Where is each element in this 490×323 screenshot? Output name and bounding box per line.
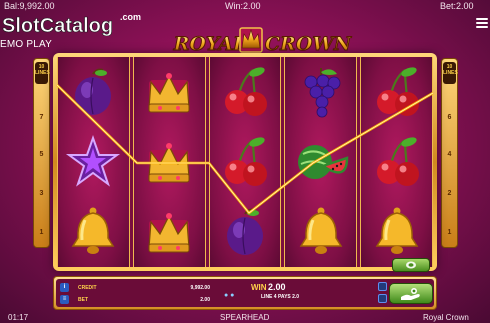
bell-icon: [366, 201, 428, 263]
status-bar: Bal:9,992.00 Win:2.00 Bet:2.00: [0, 0, 490, 12]
line-number: 1: [447, 229, 452, 236]
line-pays-text: LINE 4 PAYS 2.0: [261, 294, 300, 300]
crown-icon: [138, 201, 200, 263]
line-number: 7: [39, 114, 44, 121]
balance-readout: Bal:9,992.00: [4, 1, 55, 11]
bet-value: 2.00: [200, 297, 210, 303]
left-line-markers: 10 LINES 7 5 3 1: [33, 58, 50, 248]
cherry-icon: [366, 61, 428, 123]
footer-bar: 01:17 SPEARHEAD Royal Crown: [0, 312, 490, 323]
reel-1: [57, 57, 130, 267]
reel-2: [132, 57, 206, 267]
win-readout: Win:2.00: [225, 1, 261, 11]
info-icon[interactable]: i: [60, 283, 69, 292]
reel-3: [208, 57, 282, 267]
line-number: 1: [39, 229, 44, 236]
line-number: 5: [39, 151, 44, 158]
autoplay-stop-icon[interactable]: [378, 282, 387, 291]
watermelon-icon: [290, 131, 352, 193]
info-panel: i CREDIT 9,992.00 ≡ BET 2.00 WIN 2.00 ● …: [53, 276, 437, 310]
brand-suffix: .com: [120, 12, 141, 22]
star-icon: [62, 131, 124, 193]
bell-icon: [62, 201, 124, 263]
win-label: WIN: [251, 283, 267, 292]
cherry-icon: [366, 131, 428, 193]
plum-icon: [214, 201, 276, 263]
brand-text: SlotCatalog: [2, 15, 113, 36]
demo-play-label: EMO PLAY: [0, 39, 52, 50]
reel-5: [360, 57, 433, 267]
grapes-icon: [290, 61, 352, 123]
credit-label: CREDIT: [78, 285, 97, 291]
bet-readout: Bet:2.00: [440, 1, 474, 11]
fast-forward-icon[interactable]: [378, 294, 387, 303]
slotcatalog-logo: SlotCatalog .com: [2, 12, 141, 36]
game-title: Royal Crown: [423, 313, 469, 322]
line-number: 3: [39, 190, 44, 197]
reel-area[interactable]: [57, 57, 433, 267]
lines-badge-right: 10 LINES: [443, 62, 458, 84]
coins-icon: ● ●: [224, 292, 235, 299]
line-number: 2: [447, 190, 452, 197]
credit-value: 9,992.00: [190, 285, 210, 291]
clock: 01:17: [8, 313, 29, 322]
provider-name: SPEARHEAD: [220, 313, 270, 322]
crown-icon: [138, 131, 200, 193]
reels-frame: [53, 53, 437, 271]
menu-icon[interactable]: [476, 18, 488, 29]
cherry-icon: [214, 61, 276, 123]
logo-word-crown: CROWN: [265, 33, 352, 55]
plum-icon: [62, 61, 124, 123]
crown-icon: [138, 61, 200, 123]
right-line-markers: 10 LINES 6 4 2 1: [441, 58, 458, 248]
win-value: 2.00: [268, 282, 286, 292]
spin-button[interactable]: [389, 283, 433, 304]
slotcatalog-watermark: SlotCatalog .com: [0, 12, 150, 36]
crown-icon: [239, 27, 263, 53]
lines-badge-left: 10 LINES: [35, 62, 50, 84]
coin-stack-icon: [406, 261, 416, 269]
reel-4: [284, 57, 358, 267]
cherry-icon: [214, 131, 276, 193]
credit-row: i CREDIT 9,992.00: [60, 282, 210, 293]
hand-coin-icon: [401, 287, 420, 300]
bet-label: BET: [78, 297, 88, 303]
bell-icon: [290, 201, 352, 263]
settings-icon[interactable]: ≡: [60, 295, 69, 304]
bet-options-button[interactable]: [392, 258, 430, 272]
bet-row: ≡ BET 2.00: [60, 294, 210, 305]
logo-word-royal: ROYAL: [173, 33, 247, 55]
line-number: 6: [447, 114, 452, 121]
line-number: 4: [447, 151, 452, 158]
